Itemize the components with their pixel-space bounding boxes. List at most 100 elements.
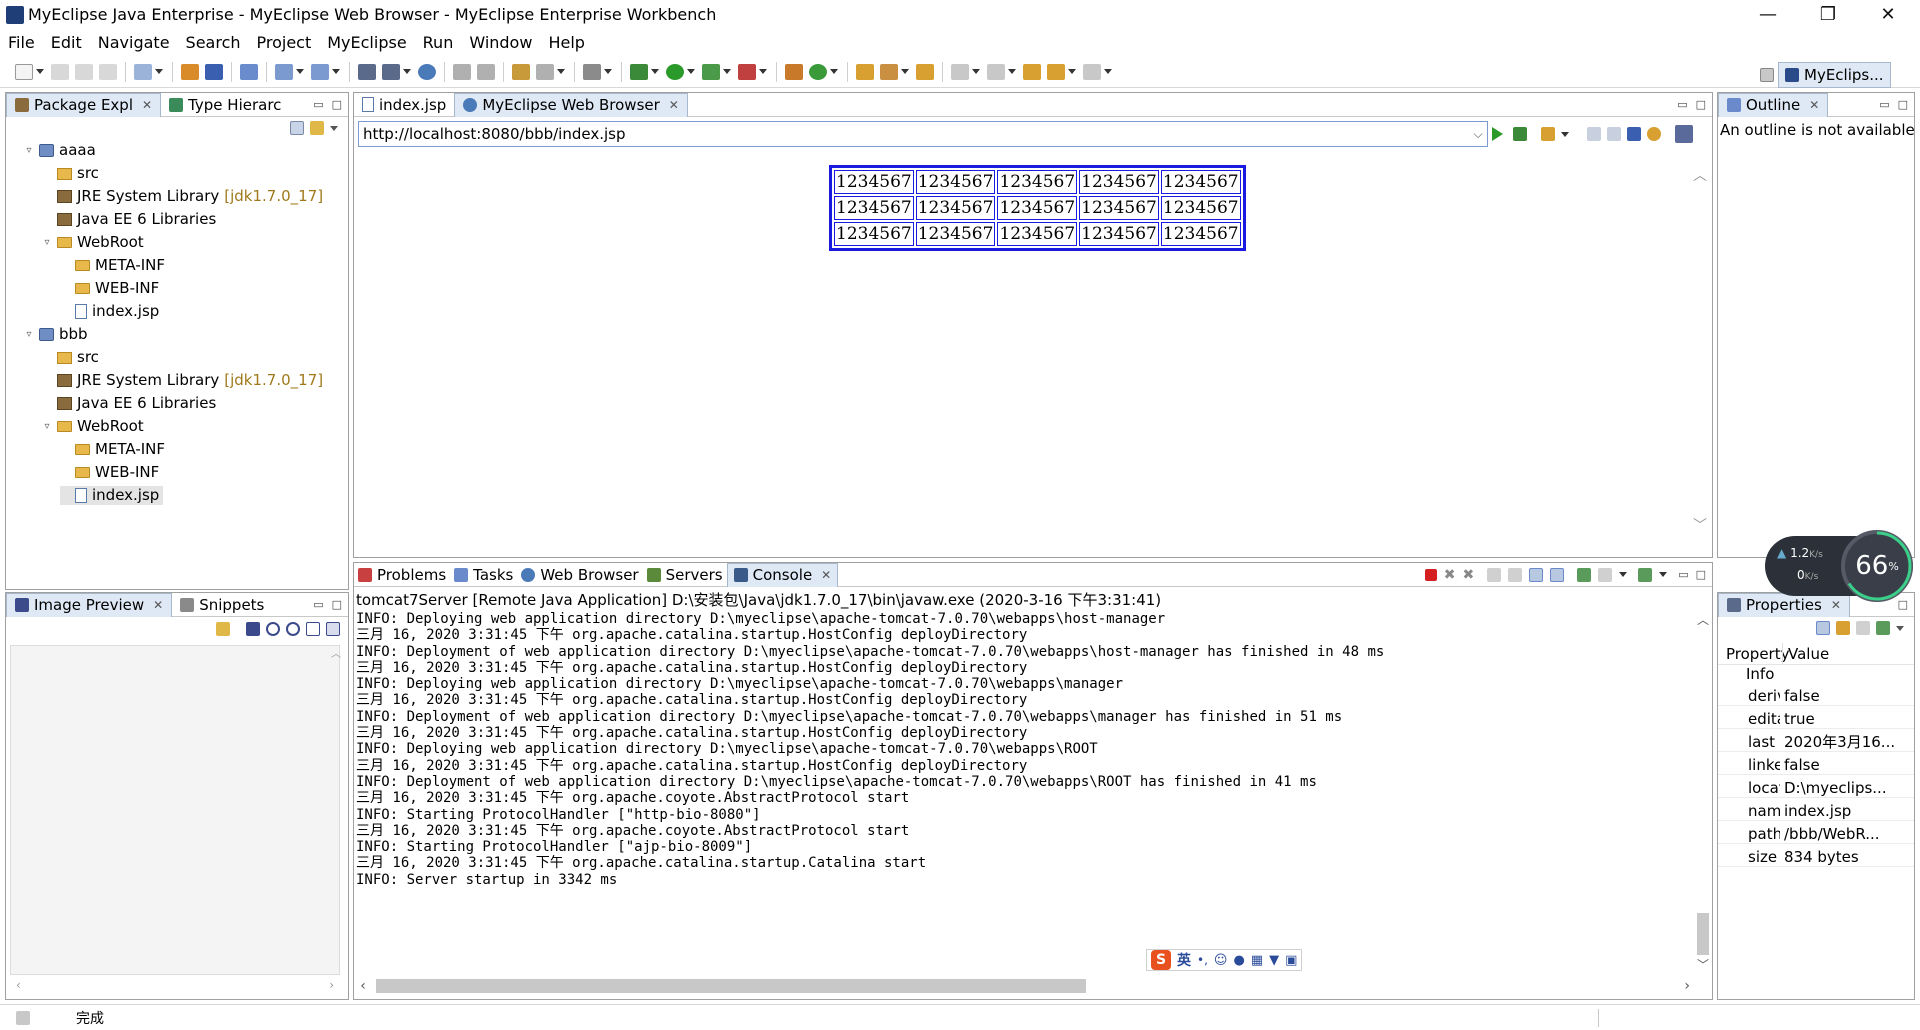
menu-edit[interactable]: Edit: [43, 30, 90, 56]
minimize-icon[interactable]: ▭: [313, 598, 323, 611]
tree-item[interactable]: Java EE 6 Libraries: [42, 394, 216, 413]
monitor-icon[interactable]: [583, 63, 601, 80]
property-row[interactable]: last r2020年3月16...: [1718, 733, 1914, 752]
console-vertical-scrollbar[interactable]: ︿ ﹀: [1694, 611, 1712, 973]
chevron-down-icon[interactable]: [1619, 572, 1628, 577]
keyboard-icon[interactable]: ▦: [1251, 953, 1263, 968]
chevron-down-icon[interactable]: [1104, 69, 1112, 74]
remove-launch-icon[interactable]: ✖: [1444, 567, 1456, 583]
tab-outline[interactable]: Outline ✕: [1718, 92, 1829, 117]
debug-icon[interactable]: [630, 63, 648, 80]
save-all-icon[interactable]: [75, 63, 93, 80]
open-resource-icon[interactable]: [536, 63, 554, 80]
maximize-icon[interactable]: □: [332, 598, 342, 611]
refresh-icon[interactable]: [1647, 127, 1661, 141]
maximize-icon[interactable]: □: [1696, 98, 1706, 111]
chevron-down-icon[interactable]: [155, 69, 163, 74]
browser-vertical-scrollbar[interactable]: ︿ ﹀: [1692, 165, 1708, 535]
image-vertical-scrollbar[interactable]: ︿: [329, 645, 343, 975]
scrollbar-thumb[interactable]: [1697, 913, 1709, 955]
tab-package-explorer[interactable]: Package Expl ✕: [6, 92, 162, 117]
menu-file[interactable]: File: [0, 30, 43, 56]
terminate-icon[interactable]: [1424, 568, 1437, 581]
tree-item[interactable]: ▿ aaaa: [24, 141, 95, 160]
scrollbar-thumb[interactable]: [376, 979, 1086, 993]
view-menu-icon[interactable]: [330, 125, 338, 131]
forward-icon[interactable]: [1607, 127, 1621, 141]
tab-properties[interactable]: Properties ✕: [1718, 592, 1850, 617]
fast-view-icon[interactable]: [16, 1010, 30, 1025]
bookmark-icon[interactable]: [1541, 127, 1555, 141]
show-on-stdout-icon[interactable]: [1529, 567, 1544, 582]
coverage-icon[interactable]: [738, 63, 756, 80]
scroll-down-icon[interactable]: ﹀: [1692, 515, 1708, 535]
microphone-icon[interactable]: ●: [1233, 953, 1244, 968]
pin-properties-icon[interactable]: [1876, 621, 1890, 635]
close-icon[interactable]: ✕: [1809, 93, 1819, 117]
minimize-icon[interactable]: ▭: [1879, 98, 1889, 111]
zoom-in-icon[interactable]: [286, 622, 300, 636]
link-editor-icon[interactable]: [310, 121, 324, 135]
maximize-icon[interactable]: □: [332, 98, 342, 111]
ime-language-toggle[interactable]: 英: [1177, 950, 1191, 970]
tree-item[interactable]: ▿ WebRoot: [42, 417, 143, 436]
emoji-icon[interactable]: ☺: [1214, 953, 1228, 968]
previous-annotation-icon[interactable]: [987, 63, 1005, 80]
categories-icon[interactable]: [1816, 621, 1830, 635]
back-icon[interactable]: [1587, 127, 1601, 141]
chevron-down-icon[interactable]: [557, 69, 565, 74]
chevron-down-icon[interactable]: [723, 69, 731, 74]
link-icon[interactable]: [216, 622, 230, 636]
close-icon[interactable]: ✕: [821, 563, 831, 587]
maximize-icon[interactable]: □: [1898, 98, 1908, 111]
stop-icon[interactable]: [1627, 127, 1641, 141]
tree-item[interactable]: index.jsp: [60, 302, 159, 321]
actual-size-icon[interactable]: [306, 622, 320, 636]
property-row[interactable]: locatD:\myeclips...: [1718, 779, 1914, 798]
deploy-icon[interactable]: [181, 63, 199, 80]
chevron-down-icon[interactable]: ⌵: [1469, 127, 1487, 142]
generate-icon[interactable]: [311, 63, 329, 80]
tab-web-browser[interactable]: MyEclipse Web Browser ✕: [454, 92, 688, 117]
search-icon[interactable]: [880, 63, 898, 80]
url-input[interactable]: [359, 125, 1469, 143]
tree-item[interactable]: ▿ bbb: [24, 325, 87, 344]
show-on-stderr-icon[interactable]: [1550, 567, 1565, 582]
property-row[interactable]: path/bbb/WebR...: [1718, 825, 1914, 844]
expand-chevron-icon[interactable]: ▿: [42, 233, 52, 252]
tree-item[interactable]: src: [42, 164, 99, 183]
close-icon[interactable]: ✕: [142, 93, 152, 117]
sogou-ime-icon[interactable]: S: [1151, 950, 1171, 970]
zoom-out-icon[interactable]: [266, 622, 280, 636]
new-web-project-icon[interactable]: [134, 63, 152, 80]
pin-console-icon[interactable]: [1577, 567, 1592, 582]
property-row[interactable]: size 834 bytes: [1718, 848, 1914, 867]
tree-item[interactable]: Java EE 6 Libraries: [42, 210, 216, 229]
back-icon[interactable]: [1047, 63, 1065, 80]
clear-console-icon[interactable]: [1487, 567, 1502, 582]
print-icon[interactable]: [99, 63, 117, 80]
scroll-up-icon[interactable]: ︿: [329, 645, 343, 660]
menu-myeclipse[interactable]: MyEclipse: [319, 30, 414, 56]
chevron-down-icon[interactable]: [36, 69, 44, 74]
minimize-icon[interactable]: ▭: [1678, 568, 1688, 581]
chevron-down-icon[interactable]: [1659, 572, 1668, 577]
chevron-down-icon[interactable]: [1008, 69, 1016, 74]
collapse-all-icon[interactable]: [290, 121, 304, 135]
chevron-down-icon[interactable]: [759, 69, 767, 74]
tab-web-browser-view[interactable]: Web Browser: [517, 563, 642, 587]
restore-button[interactable]: ❐: [1800, 0, 1856, 30]
property-row[interactable]: linke false: [1718, 756, 1914, 775]
open-task-icon[interactable]: [916, 63, 934, 80]
scroll-right-icon[interactable]: ›: [1684, 978, 1690, 994]
tree-item[interactable]: src: [42, 348, 99, 367]
chevron-down-icon[interactable]: [830, 69, 838, 74]
debug-page-icon[interactable]: [1513, 127, 1527, 141]
property-row[interactable]: editatrue: [1718, 710, 1914, 729]
chevron-down-icon[interactable]: [296, 69, 304, 74]
menu-help[interactable]: Help: [540, 30, 592, 56]
property-row[interactable]: nam index.jsp: [1718, 802, 1914, 821]
scroll-right-icon[interactable]: ›: [329, 978, 334, 992]
chevron-down-icon[interactable]: [604, 69, 612, 74]
tree-item[interactable]: WEB-INF: [60, 463, 159, 482]
